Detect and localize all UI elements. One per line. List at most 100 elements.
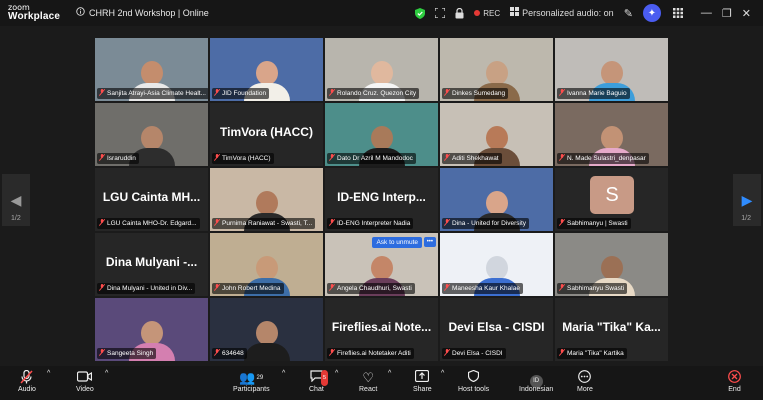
participant-name-text: LGU Cainta MHO-Dr. Edgard...: [107, 220, 197, 227]
participant-name-text: Dina Mulyani - United in Div...: [107, 285, 193, 292]
participant-video-tile[interactable]: Ivanna Marie Baguio: [555, 38, 668, 101]
share-options-caret[interactable]: ^: [441, 370, 444, 377]
participant-video-tile[interactable]: Maria "Tika" Ka... Maria "Tika" Kartika: [555, 298, 668, 361]
screen-capture-icon[interactable]: [435, 8, 446, 18]
participant-video-tile[interactable]: Sanjita Atrayi-Asia Climate Healt...: [95, 38, 208, 101]
audio-label: Audio: [18, 386, 36, 393]
chat-badge: 5: [321, 370, 329, 386]
muted-mic-icon: [213, 89, 221, 98]
participant-head: [255, 191, 278, 215]
participant-head: [255, 321, 278, 345]
participant-name-text: Dato Dr Azril M Mandodoc: [337, 155, 413, 162]
muted-mic-icon: [213, 219, 221, 228]
participants-label: Participants: [233, 386, 270, 393]
participant-head: [600, 256, 623, 280]
minimize-icon[interactable]: —: [701, 7, 712, 19]
participant-video-tile[interactable]: N. Made Sulastri_denpasar: [555, 103, 668, 166]
participant-name-label: Rolando Cruz. Quezon City: [327, 88, 420, 99]
participant-name-text: ID-ENG Interpreter Nadia: [337, 220, 411, 227]
muted-mic-icon: [558, 349, 566, 358]
chat-button[interactable]: 5 Chat: [309, 370, 329, 393]
recording-indicator[interactable]: REC: [474, 9, 500, 18]
participant-video-tile[interactable]: Maneesha Kaur Khalae: [440, 233, 553, 296]
participant-name-text: Sabhimanyu Swasti: [567, 285, 625, 292]
participant-video-tile[interactable]: Dina - United for Diversity: [440, 168, 553, 231]
participant-head: [600, 61, 623, 85]
more-button[interactable]: More: [577, 370, 593, 393]
participants-icon: 👥: [239, 370, 256, 385]
react-options-caret[interactable]: ^: [388, 370, 391, 377]
video-button[interactable]: Video: [76, 370, 94, 393]
participant-name-label: Purnima Raniawat - Swasti, T...: [212, 218, 316, 229]
participants-count: 29: [256, 375, 264, 381]
participant-video-tile[interactable]: Dina Mulyani -... Dina Mulyani - United i…: [95, 233, 208, 296]
end-meeting-button[interactable]: End: [728, 370, 741, 393]
participant-video-tile[interactable]: Purnima Raniawat - Swasti, T...: [210, 168, 323, 231]
ask-to-unmute-button[interactable]: Ask to unmute: [372, 237, 422, 248]
participant-head: [140, 61, 163, 85]
participant-name-label: Dato Dr Azril M Mandodoc: [327, 153, 416, 164]
audio-button[interactable]: Audio: [18, 369, 36, 393]
muted-mic-icon: [328, 284, 336, 293]
audio-options-caret[interactable]: ^: [47, 370, 50, 377]
participant-name-text: Fireflies.ai Notetaker Aditi: [337, 350, 411, 357]
participant-video-tile[interactable]: Ask to unmute ••• Angela Chaudhuri, Swasti: [325, 233, 438, 296]
chat-options-caret[interactable]: ^: [335, 370, 338, 377]
participant-video-tile[interactable]: Fireflies.ai Note... Fireflies.ai Notetak…: [325, 298, 438, 361]
apps-grid-icon[interactable]: [672, 8, 683, 18]
participant-name-label: Israruddin: [97, 153, 139, 164]
close-icon[interactable]: ✕: [742, 7, 751, 20]
participant-video-tile[interactable]: Sangeeta Singh: [95, 298, 208, 361]
participant-head: [255, 256, 278, 280]
video-camera-icon: [76, 370, 94, 386]
participant-head: [485, 256, 508, 280]
meeting-info-icon: [76, 7, 85, 18]
participant-name-text: 634648: [222, 350, 244, 357]
participant-name-label: Dina Mulyani - United in Div...: [97, 283, 196, 294]
participant-video-tile[interactable]: 634648: [210, 298, 323, 361]
lock-icon[interactable]: [455, 7, 464, 19]
personalized-audio-toggle[interactable]: Personalized audio: on: [510, 7, 614, 19]
muted-mic-icon: [558, 154, 566, 163]
participant-video-tile[interactable]: Dinkes Sumedang: [440, 38, 553, 101]
pencil-icon[interactable]: ✎: [624, 7, 633, 20]
participant-video-tile[interactable]: Aditi Shekhawat: [440, 103, 553, 166]
more-label: More: [577, 386, 593, 393]
participant-name-text: Aditi Shekhawat: [452, 155, 499, 162]
participant-video-tile[interactable]: LGU Cainta MH... LGU Cainta MHO-Dr. Edgar…: [95, 168, 208, 231]
participant-video-tile[interactable]: Devi Elsa - CISDI Devi Elsa - CISDI: [440, 298, 553, 361]
host-tools-button[interactable]: Host tools: [458, 369, 489, 393]
share-button[interactable]: Share: [413, 369, 432, 393]
participant-video-tile[interactable]: S Sabhimanyu | Swasti: [555, 168, 668, 231]
participants-options-caret[interactable]: ^: [282, 370, 285, 377]
participant-display-name: Dina Mulyani -...: [105, 255, 198, 269]
personalized-audio-label: Personalized audio: on: [522, 8, 614, 18]
meeting-title[interactable]: CHRH 2nd Workshop | Online: [76, 7, 209, 18]
language-label: Indonesian: [519, 386, 554, 393]
muted-mic-icon: [98, 89, 106, 98]
participant-video-tile[interactable]: John Robert Medina: [210, 233, 323, 296]
participant-video-tile[interactable]: Rolando Cruz. Quezon City: [325, 38, 438, 101]
video-gallery: Sanjita Atrayi-Asia Climate Healt... JID …: [95, 38, 668, 362]
end-label: End: [728, 386, 741, 393]
muted-mic-icon: [328, 349, 336, 358]
participant-head: [140, 126, 163, 150]
participant-video-tile[interactable]: JID Foundation: [210, 38, 323, 101]
react-button[interactable]: ♡ React: [359, 370, 377, 393]
restore-icon[interactable]: ❐: [722, 7, 732, 20]
tile-more-options-icon[interactable]: •••: [423, 237, 436, 247]
participant-name-label: Sanjita Atrayi-Asia Climate Healt...: [97, 88, 208, 99]
ai-companion-icon[interactable]: ✦: [642, 4, 661, 22]
participants-button[interactable]: 👥29 Participants: [233, 370, 270, 393]
participant-video-tile[interactable]: Dato Dr Azril M Mandodoc: [325, 103, 438, 166]
participant-head: [485, 61, 508, 85]
share-screen-icon: [413, 369, 432, 386]
participant-video-tile[interactable]: Sabhimanyu Swasti: [555, 233, 668, 296]
video-options-caret[interactable]: ^: [105, 370, 108, 377]
participant-video-tile[interactable]: TimVora (HACC) TimVora (HACC): [210, 103, 323, 166]
muted-mic-icon: [328, 154, 336, 163]
shield-icon[interactable]: [415, 7, 426, 19]
participant-video-tile[interactable]: Israruddin: [95, 103, 208, 166]
participant-video-tile[interactable]: ID-ENG Interp... ID-ENG Interpreter Nadia: [325, 168, 438, 231]
language-interpretation-button[interactable]: ID Indonesian: [519, 370, 553, 393]
